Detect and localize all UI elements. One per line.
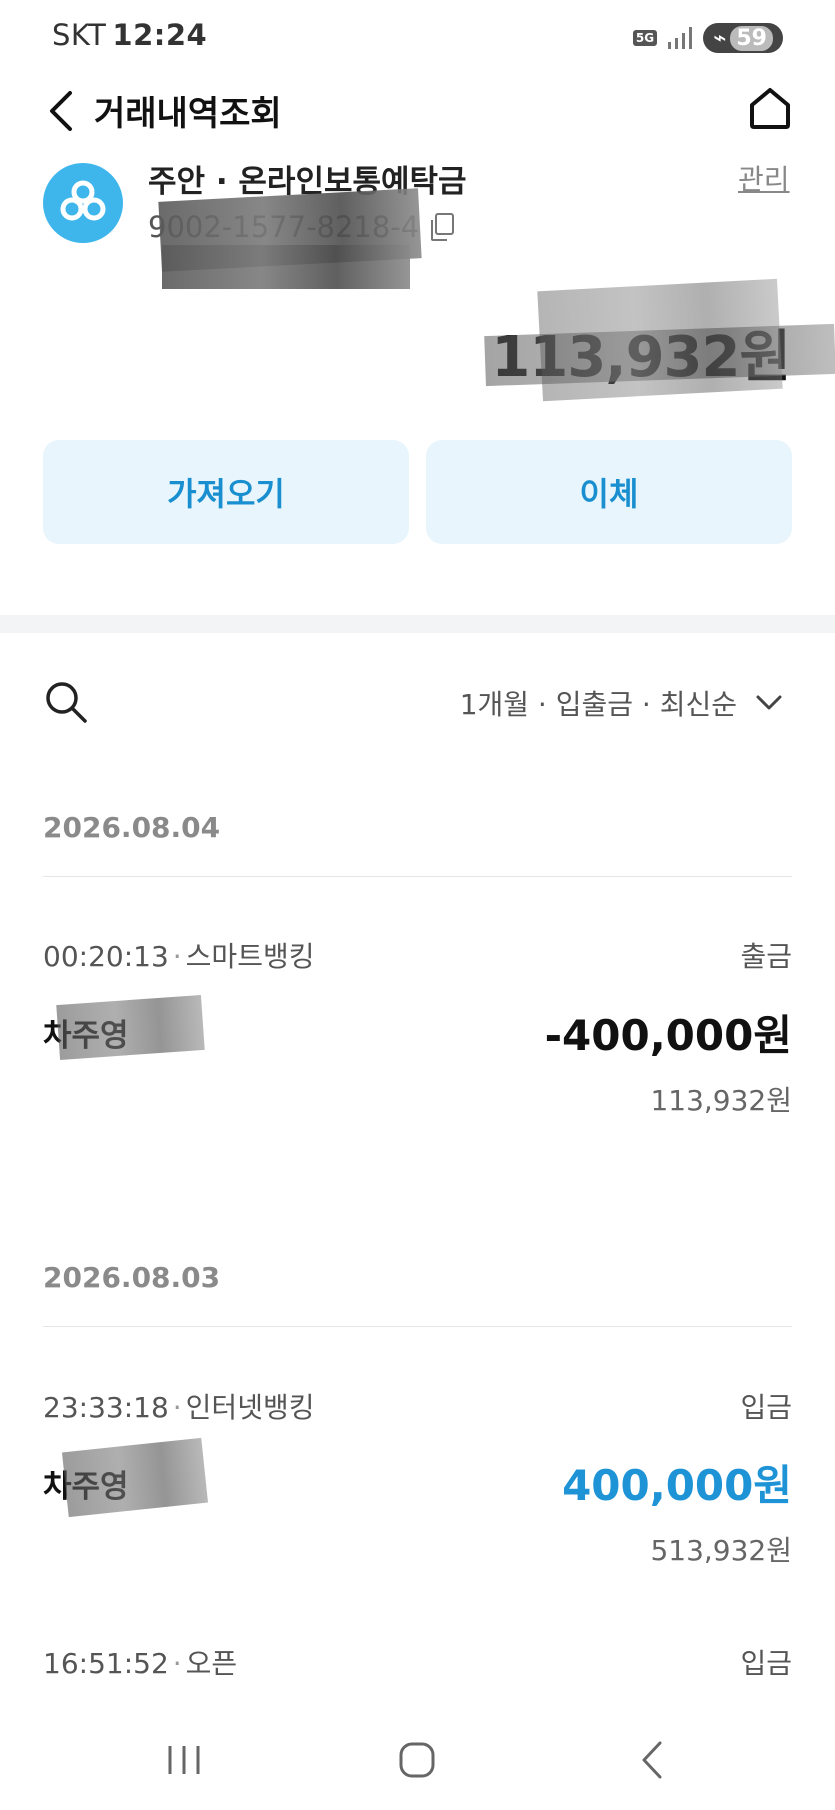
home-nav-icon <box>399 1742 435 1778</box>
chevron-down-icon <box>756 695 782 710</box>
transaction-channel: 오픈 <box>185 1647 238 1680</box>
balance-after: 513,932원 <box>650 1534 792 1567</box>
signal-icon <box>668 27 693 49</box>
transaction-meta: 00:20:13 · 스마트뱅킹 <box>43 940 315 973</box>
redaction-mark <box>537 278 783 402</box>
import-button[interactable]: 가져오기 <box>43 440 409 544</box>
home-icon <box>750 88 790 129</box>
back-button[interactable] <box>38 84 82 138</box>
bank-logo-icon <box>43 163 123 243</box>
transfer-button[interactable]: 이체 <box>426 440 792 544</box>
date-header: 2026.08.04 <box>43 811 221 844</box>
status-bar-left: SKT 12:24 <box>52 18 207 52</box>
home-nav-button[interactable] <box>382 1730 452 1790</box>
redaction-mark <box>61 1437 209 1518</box>
transaction-channel: 스마트뱅킹 <box>185 940 315 973</box>
back-nav-icon <box>642 1741 662 1779</box>
divider <box>43 876 792 877</box>
back-nav-button[interactable] <box>617 1730 687 1790</box>
network-5g-icon: 5G <box>632 30 658 46</box>
section-divider <box>0 615 835 633</box>
divider <box>43 1326 792 1327</box>
transaction-time: 16:51:52 <box>43 1647 169 1680</box>
filter-label: 1개월 · 입출금 · 최신순 <box>459 688 737 721</box>
clock: 12:24 <box>112 18 208 52</box>
manage-link[interactable]: 관리 <box>738 158 790 198</box>
transaction-type: 출금 <box>740 940 792 973</box>
copy-icon[interactable] <box>429 212 455 242</box>
carrier-label: SKT <box>52 18 107 52</box>
battery-level: 59 <box>730 25 773 51</box>
balance-after: 113,932원 <box>650 1084 792 1117</box>
transaction-meta: 16:51:52 · 오픈 <box>43 1647 238 1680</box>
transaction-type: 입금 <box>740 1391 792 1424</box>
transaction-meta: 23:33:18 · 인터넷뱅킹 <box>43 1391 315 1424</box>
date-header: 2026.08.03 <box>43 1261 221 1294</box>
battery-icon: ⌁ 59 <box>703 23 783 53</box>
filter-dropdown[interactable]: 1개월 · 입출금 · 최신순 <box>460 683 783 723</box>
transaction-time: 00:20:13 <box>43 940 169 973</box>
home-button[interactable] <box>742 80 798 136</box>
transaction-amount: -400,000원 <box>544 1011 792 1060</box>
search-icon <box>46 682 87 723</box>
recent-apps-icon <box>168 1746 200 1774</box>
redaction-mark <box>56 995 205 1060</box>
status-bar-right: 5G ⌁ 59 <box>632 18 783 58</box>
transaction-type: 입금 <box>740 1647 792 1680</box>
transaction-channel: 인터넷뱅킹 <box>185 1391 315 1424</box>
chevron-left-icon <box>50 91 72 131</box>
search-button[interactable] <box>40 676 92 728</box>
redaction-mark <box>162 245 410 289</box>
recent-apps-button[interactable] <box>149 1730 219 1790</box>
transaction-time: 23:33:18 <box>43 1391 169 1424</box>
page-title: 거래내역조회 <box>94 94 282 134</box>
clover-icon <box>60 180 106 221</box>
transaction-amount: 400,000원 <box>562 1461 792 1510</box>
